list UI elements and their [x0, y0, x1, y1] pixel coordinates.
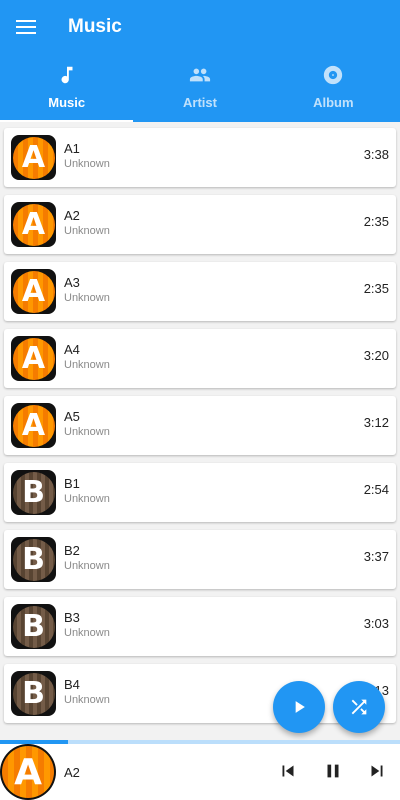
song-artist: Unknown [64, 426, 110, 438]
album-art: A [11, 403, 56, 448]
song-duration: 2:35 [363, 281, 389, 296]
song-artist: Unknown [64, 359, 110, 371]
song-title: B1 [64, 476, 80, 491]
shuffle-icon [351, 699, 367, 715]
album-art: B [11, 470, 56, 515]
play-icon [295, 701, 305, 713]
song-title: A1 [64, 141, 80, 156]
song-artist: Unknown [64, 493, 110, 505]
tab-artist[interactable]: Artist [133, 56, 266, 122]
pause-icon [327, 764, 339, 778]
song-title: B3 [64, 610, 80, 625]
album-art: A [11, 135, 56, 180]
song-duration: 3:20 [363, 348, 389, 363]
tab-label: Music [48, 95, 86, 110]
song-list-item[interactable]: B B2 Unknown 3:37 [4, 530, 396, 589]
tab-label: Artist [183, 95, 217, 110]
page-title: Music [68, 16, 122, 37]
pause-button[interactable] [322, 760, 344, 782]
song-duration: 2:35 [363, 214, 389, 229]
song-artist: Unknown [64, 560, 110, 572]
tab-album[interactable]: Album [267, 56, 400, 122]
people-icon [189, 68, 211, 82]
song-list-item[interactable]: A A3 Unknown 2:35 [4, 262, 396, 321]
tab-label: Album [313, 95, 354, 110]
song-list-item[interactable]: A A4 Unknown 3:20 [4, 329, 396, 388]
song-title: B4 [64, 677, 80, 692]
menu-icon[interactable] [14, 16, 38, 38]
song-title: A3 [64, 275, 80, 290]
progress-bar[interactable] [0, 740, 400, 744]
song-duration: 3:37 [363, 549, 389, 564]
song-artist: Unknown [64, 627, 110, 639]
album-icon [324, 65, 343, 85]
song-title: A5 [64, 409, 80, 424]
album-art: A [11, 269, 56, 314]
album-art: A [11, 202, 56, 247]
song-artist: Unknown [64, 225, 110, 237]
song-title: A4 [64, 342, 80, 357]
song-artist: Unknown [64, 158, 110, 170]
play-fab-button[interactable] [273, 681, 325, 733]
song-title: B2 [64, 543, 80, 558]
album-art: A [11, 336, 56, 381]
song-duration: 3:12 [363, 415, 389, 430]
song-artist: Unknown [64, 292, 110, 304]
progress-fill [0, 740, 68, 744]
skip-previous-icon [282, 765, 294, 777]
shuffle-fab-button[interactable] [333, 681, 385, 733]
song-list[interactable]: A A1 Unknown 3:38 A A2 Unknown 2:35 A A3… [0, 122, 400, 740]
music-note-icon [61, 66, 73, 84]
now-playing-title: A2 [64, 765, 80, 780]
album-art: B [11, 537, 56, 582]
song-list-item[interactable]: B B3 Unknown 3:03 [4, 597, 396, 656]
song-list-item[interactable]: B B1 Unknown 2:54 [4, 463, 396, 522]
song-list-item[interactable]: A A1 Unknown 3:38 [4, 128, 396, 187]
song-duration: 2:54 [363, 482, 389, 497]
now-playing-art[interactable]: A [0, 744, 56, 800]
song-list-item[interactable]: A A5 Unknown 3:12 [4, 396, 396, 455]
album-art: B [11, 671, 56, 716]
skip-next-icon [371, 765, 383, 777]
album-art: B [11, 604, 56, 649]
song-artist: Unknown [64, 694, 110, 706]
app-bar: Music Music Artist Album [0, 0, 400, 122]
skip-previous-button[interactable] [277, 760, 299, 782]
song-duration: 3:03 [363, 616, 389, 631]
tab-bar: Music Artist Album [0, 56, 400, 122]
tab-music[interactable]: Music [0, 56, 133, 122]
skip-next-button[interactable] [366, 760, 388, 782]
song-list-item[interactable]: A A2 Unknown 2:35 [4, 195, 396, 254]
song-title: A2 [64, 208, 80, 223]
now-playing-bar[interactable]: A A2 [0, 740, 400, 800]
song-duration: 3:38 [363, 147, 389, 162]
